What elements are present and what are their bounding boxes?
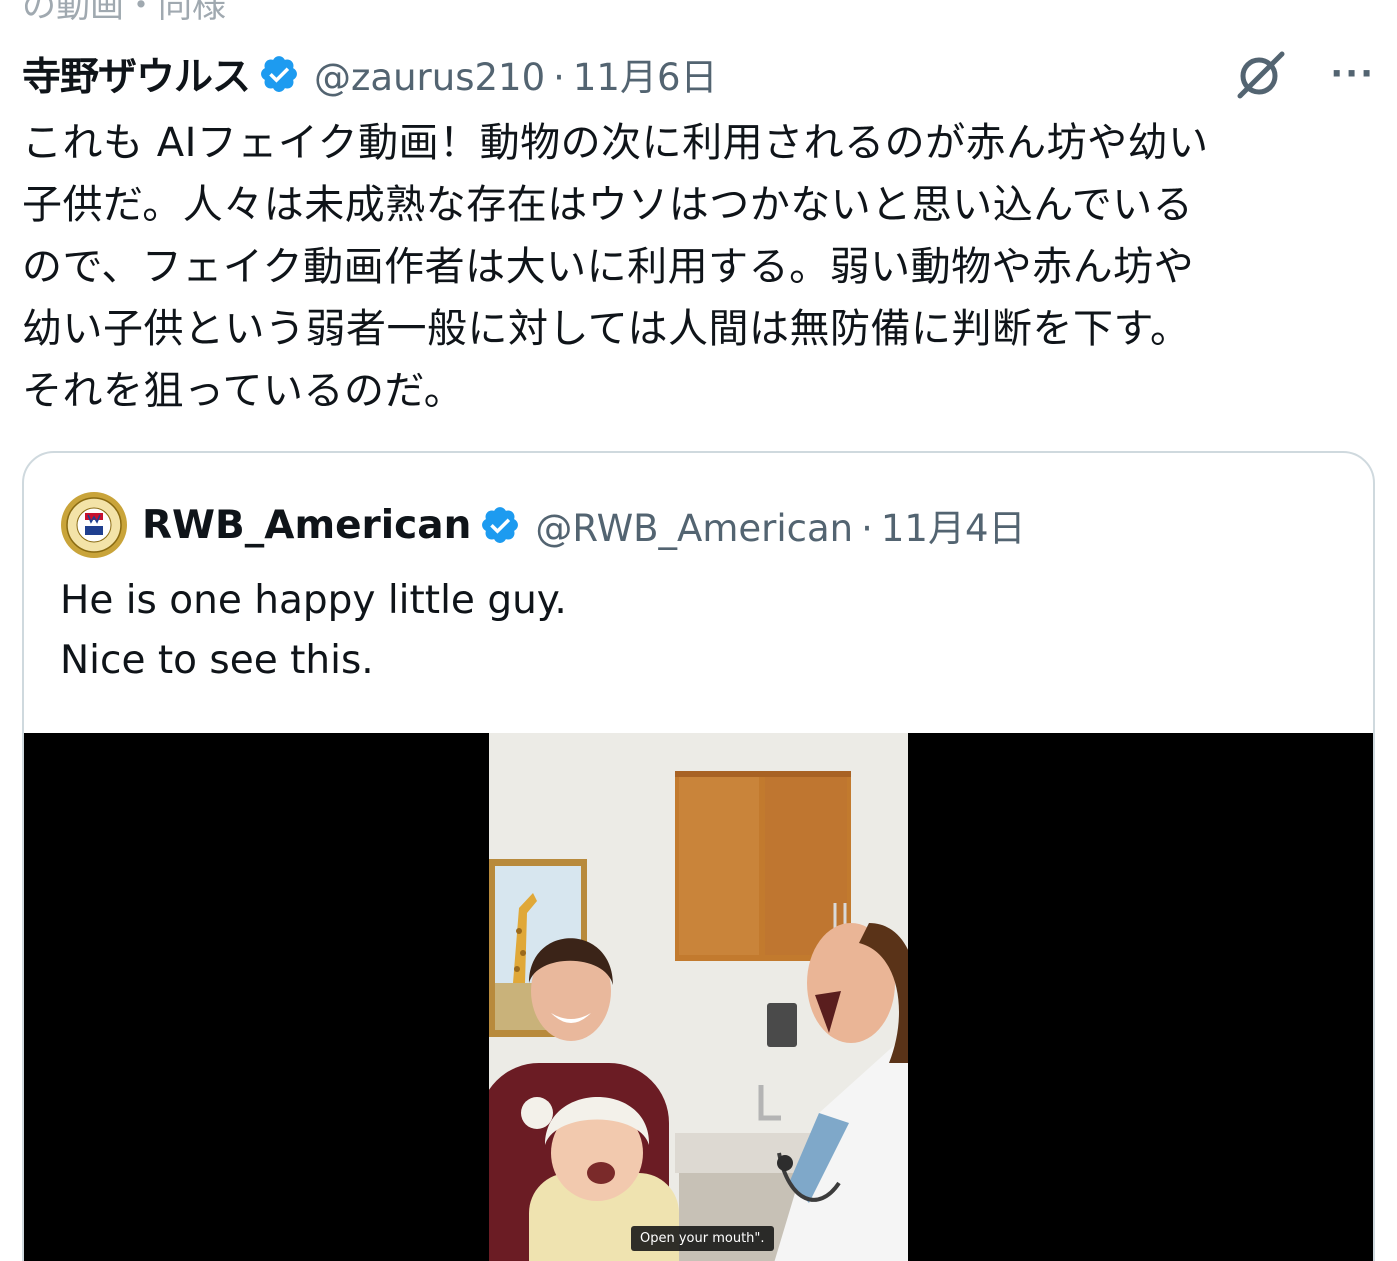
avatar-logo[interactable] — [60, 491, 128, 559]
tweet-meta: @zaurus210 · 11月6日 — [314, 47, 718, 101]
more-options-icon[interactable]: ··· — [1330, 54, 1375, 94]
quoted-tweet-text: He is one happy little guy. Nice to see … — [60, 578, 567, 683]
tweet-text: これも AIフェイク動画！動物の次に利用されるのが赤ん坊や幼い 子供だ。人々は未… — [22, 120, 1209, 414]
quoted-verified-badge-icon[interactable] — [479, 504, 521, 546]
quoted-author-name[interactable]: RWB_American — [142, 503, 471, 548]
author-name[interactable]: 寺野ザウルス — [22, 46, 251, 102]
header-actions: ··· — [1232, 46, 1375, 102]
tweet-date[interactable]: 11月6日 — [573, 56, 718, 99]
previous-content-remnant: の動画・同様 — [22, 0, 226, 26]
quoted-tweet-header: RWB_American @RWB_American · 11月4日 — [60, 485, 1353, 565]
video-subtitle: Open your mouth". — [631, 1226, 774, 1251]
quoted-tweet-meta: @RWB_American · 11月4日 — [535, 498, 1025, 552]
author-handle[interactable]: @zaurus210 — [314, 56, 545, 99]
tweet-header: 寺野ザウルス @zaurus210 · 11月6日 ··· — [22, 46, 1375, 102]
grok-icon[interactable] — [1232, 46, 1288, 102]
quoted-tweet-card[interactable]: RWB_American @RWB_American · 11月4日 He is o… — [22, 451, 1375, 1261]
meta-separator: · — [553, 56, 565, 99]
video-player[interactable]: Open your mouth". — [24, 733, 1373, 1261]
video-frame[interactable]: Open your mouth". — [489, 733, 908, 1261]
quoted-tweet-date[interactable]: 11月4日 — [881, 507, 1026, 550]
tweet-page: の動画・同様 寺野ザウルス @zaurus210 · 11月6日 ··· これも A… — [0, 0, 1397, 1261]
quoted-meta-separator: · — [861, 507, 873, 550]
verified-badge-icon[interactable] — [258, 53, 300, 95]
quoted-author-handle[interactable]: @RWB_American — [535, 507, 853, 550]
video-scene — [489, 733, 908, 1261]
